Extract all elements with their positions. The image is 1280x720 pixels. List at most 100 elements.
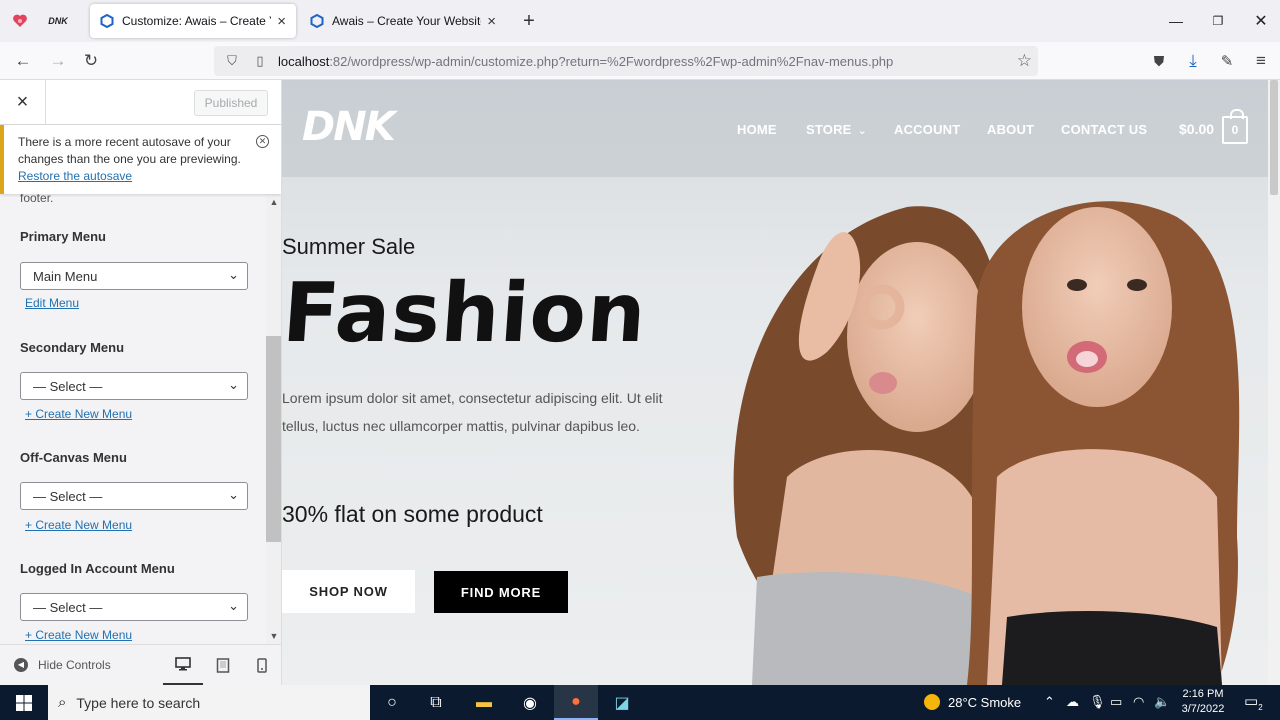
weather-text: 28°C Smoke bbox=[948, 694, 1022, 710]
notepad-icon[interactable]: ◪ bbox=[600, 685, 644, 720]
file-explorer-icon[interactable]: ▬ bbox=[462, 685, 506, 720]
chevron-down-icon: ⌄ bbox=[228, 377, 239, 392]
url-path: :82/wordpress/wp-admin/customize.php?ret… bbox=[329, 53, 894, 69]
battery-icon[interactable]: ▭ bbox=[1110, 694, 1122, 710]
menu-locations-section: footer. Primary Menu Main Menu ⌄ Edit Men… bbox=[0, 194, 266, 644]
notification-icon[interactable]: ▭2 bbox=[1244, 692, 1263, 712]
autosave-notice-text: There is a more recent autosave of your … bbox=[18, 135, 241, 166]
close-tab-icon[interactable]: × bbox=[487, 13, 496, 30]
back-icon[interactable]: ← bbox=[10, 48, 36, 74]
forward-icon[interactable]: → bbox=[45, 48, 71, 74]
mobile-icon bbox=[257, 658, 267, 673]
select-value: — Select — bbox=[33, 379, 103, 394]
hero-promo: 30% flat on some product bbox=[282, 501, 543, 527]
new-tab-icon[interactable]: + bbox=[517, 9, 541, 33]
primary-menu-select[interactable]: Main Menu ⌄ bbox=[20, 262, 248, 290]
off-canvas-menu-select[interactable]: — Select — ⌄ bbox=[20, 482, 248, 510]
start-button[interactable] bbox=[0, 685, 48, 720]
clock[interactable]: 2:16 PM 3/7/2022 bbox=[1172, 687, 1234, 717]
logged-in-account-menu-select[interactable]: — Select — ⌄ bbox=[20, 593, 248, 621]
pocket-icon[interactable]: ⛊ bbox=[1146, 48, 1172, 74]
menu-icon[interactable]: ≡ bbox=[1248, 48, 1274, 74]
weather-widget[interactable]: 28°C Smoke bbox=[924, 694, 1021, 710]
url-bar[interactable]: ⛉ ▯ localhost:82/wordpress/wp-admin/cust… bbox=[214, 46, 1038, 76]
tablet-preview-button[interactable] bbox=[203, 645, 243, 685]
minimize-icon[interactable]: — bbox=[1163, 8, 1189, 34]
published-button[interactable]: Published bbox=[194, 90, 268, 116]
close-tab-icon[interactable]: × bbox=[277, 13, 286, 30]
reload-icon[interactable]: ↻ bbox=[78, 48, 104, 74]
nav-store[interactable]: STORE ⌄ bbox=[806, 122, 867, 137]
nav-account[interactable]: ACCOUNT bbox=[894, 122, 960, 137]
close-customizer-button[interactable]: × bbox=[0, 80, 46, 125]
clock-time: 2:16 PM bbox=[1182, 688, 1224, 700]
collapse-arrow-icon: ◀ bbox=[14, 658, 28, 672]
heart-app-icon[interactable] bbox=[8, 9, 32, 33]
restore-icon[interactable]: ❐ bbox=[1205, 8, 1231, 34]
microphone-icon[interactable]: 🎙 bbox=[1089, 694, 1106, 710]
scrollbar-thumb[interactable] bbox=[1270, 80, 1278, 195]
edit-menu-link[interactable]: Edit Menu bbox=[25, 296, 79, 310]
desktop-preview-button[interactable] bbox=[163, 645, 203, 685]
eyedropper-icon[interactable]: ✎ bbox=[1214, 48, 1240, 74]
nav-contact[interactable]: CONTACT US bbox=[1061, 122, 1147, 137]
site-logo[interactable]: DNK bbox=[302, 104, 396, 150]
autosave-notice: There is a more recent autosave of your … bbox=[0, 125, 281, 194]
taskbar-search[interactable]: ⌕ Type here to search bbox=[48, 685, 370, 720]
vpn-icon[interactable]: ☁ bbox=[1066, 694, 1079, 710]
dismiss-notice-icon[interactable]: ✕ bbox=[256, 135, 269, 148]
preview-scrollbar[interactable] bbox=[1268, 80, 1280, 685]
hero-headline: Fashion bbox=[282, 266, 650, 361]
primary-menu-label: Primary Menu bbox=[20, 229, 106, 244]
dnk-app-icon[interactable]: DNK bbox=[46, 9, 70, 33]
scroll-down-icon[interactable]: ▼ bbox=[266, 628, 281, 644]
sun-icon bbox=[924, 694, 940, 710]
task-view-icon[interactable]: ⧉ bbox=[414, 685, 458, 720]
browser-window: DNK Customize: Awais – Create Your Websi… bbox=[0, 0, 1280, 685]
find-more-button[interactable]: FIND MORE bbox=[434, 571, 568, 613]
scroll-up-icon[interactable]: ▲ bbox=[266, 194, 281, 210]
search-placeholder: Type here to search bbox=[76, 694, 201, 711]
wifi-icon[interactable]: ◠ bbox=[1133, 694, 1144, 710]
bookmark-star-icon[interactable]: ☆ bbox=[1017, 51, 1032, 71]
clock-date: 3/7/2022 bbox=[1181, 703, 1225, 715]
search-icon: ⌕ bbox=[58, 694, 67, 711]
site-header: DNK HOME STORE ⌄ ACCOUNT ABOUT CONTACT US… bbox=[282, 80, 1280, 177]
obs-icon[interactable]: ◉ bbox=[508, 685, 552, 720]
hide-controls-button[interactable]: ◀ Hide Controls bbox=[14, 658, 111, 672]
create-new-menu-link[interactable]: + Create New Menu bbox=[25, 518, 132, 532]
customizer-footer: ◀ Hide Controls bbox=[0, 644, 281, 685]
firefox-icon[interactable]: ● bbox=[554, 685, 598, 720]
hero-section: DNK HOME STORE ⌄ ACCOUNT ABOUT CONTACT US… bbox=[282, 80, 1280, 685]
chevron-up-icon[interactable]: ⌃ bbox=[1044, 694, 1055, 710]
nav-home[interactable]: HOME bbox=[737, 122, 777, 137]
shop-now-button[interactable]: SHOP NOW bbox=[282, 570, 415, 613]
mobile-preview-button[interactable] bbox=[242, 645, 281, 685]
tab-strip: DNK Customize: Awais – Create Your Websi… bbox=[0, 0, 1280, 42]
page-icon[interactable]: ▯ bbox=[250, 53, 270, 69]
restore-autosave-link[interactable]: Restore the autosave bbox=[18, 169, 132, 183]
download-icon[interactable]: ⤓ bbox=[1180, 48, 1206, 74]
create-new-menu-link[interactable]: + Create New Menu bbox=[25, 628, 132, 642]
cart-bag-icon[interactable]: 0 bbox=[1222, 109, 1248, 144]
secondary-menu-label: Secondary Menu bbox=[20, 340, 125, 355]
secondary-menu-select[interactable]: — Select — ⌄ bbox=[20, 372, 248, 400]
chevron-down-icon: ⌄ bbox=[228, 487, 239, 502]
create-new-menu-link[interactable]: + Create New Menu bbox=[25, 407, 132, 421]
customizer-scrollbar[interactable]: ▲ ▼ bbox=[266, 194, 281, 644]
tab-customize[interactable]: Customize: Awais – Create Your Website × bbox=[90, 4, 296, 38]
url-host: localhost bbox=[278, 53, 330, 69]
select-value: Main Menu bbox=[33, 269, 98, 284]
window-close-icon[interactable]: ✕ bbox=[1248, 8, 1274, 34]
nav-about[interactable]: ABOUT bbox=[987, 122, 1034, 137]
cart-total[interactable]: $0.00 bbox=[1179, 121, 1214, 137]
customizer-panel: × Published There is a more recent autos… bbox=[0, 80, 282, 685]
cortana-icon[interactable]: ○ bbox=[370, 685, 414, 720]
volume-icon[interactable]: 🔈 bbox=[1154, 694, 1170, 710]
site-favicon-icon bbox=[100, 14, 114, 28]
customizer-header: × Published bbox=[0, 80, 281, 125]
scrollbar-thumb[interactable] bbox=[266, 336, 281, 542]
chevron-down-icon: ⌄ bbox=[857, 125, 867, 137]
tab-site[interactable]: Awais – Create Your Website × bbox=[300, 4, 506, 38]
shield-icon[interactable]: ⛉ bbox=[222, 53, 242, 69]
